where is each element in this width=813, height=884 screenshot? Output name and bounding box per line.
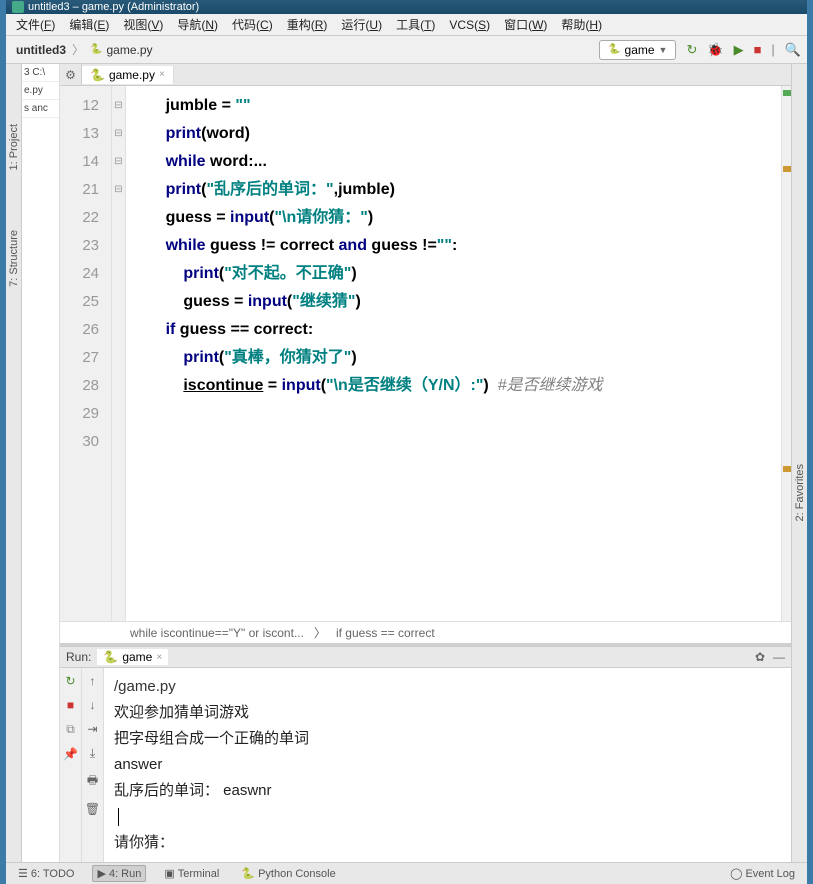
context-breadcrumb: while iscontinue=="Y" or iscont... 〉 if … <box>60 621 791 643</box>
close-icon[interactable]: × <box>156 652 162 663</box>
search-icon[interactable]: 🔍 <box>785 42 801 58</box>
editor-tab-game[interactable]: 🐍 game.py × <box>82 66 174 84</box>
layout-icon[interactable]: ⧉ <box>66 722 75 737</box>
rerun-icon[interactable]: ↻ <box>65 674 75 688</box>
python-icon: 🐍 <box>90 44 102 55</box>
python-icon: 🐍 <box>608 44 620 55</box>
divider: | <box>771 42 774 57</box>
minimize-icon[interactable]: — <box>773 650 785 664</box>
breadcrumb-sep: 〉 <box>70 41 86 58</box>
window-titlebar: untitled3 – game.py (Administrator) <box>6 0 807 14</box>
crumb-scope-1[interactable]: while iscontinue=="Y" or iscont... <box>130 626 304 640</box>
run-toolbar-2: ↑ ↓ ⇥ ⤓ 🖶 🗑 <box>82 668 104 862</box>
run-config-selector[interactable]: 🐍 game ▼ <box>599 40 676 60</box>
project-item[interactable]: e.py <box>22 82 59 100</box>
status-eventlog[interactable]: ◯ Event Log <box>726 866 799 881</box>
up-icon[interactable]: ↑ <box>90 674 96 688</box>
marker-bar <box>781 86 791 621</box>
breadcrumb-project[interactable]: untitled3 <box>12 43 70 57</box>
settings-icon[interactable]: ✿ <box>755 650 765 664</box>
dropdown-icon: ▼ <box>659 45 668 55</box>
project-panel: 3 C:\e.pys anc <box>22 64 60 862</box>
menu-item[interactable]: 编辑(E) <box>69 16 109 33</box>
run-panel-title: Run: <box>66 650 91 664</box>
menu-item[interactable]: 帮助(H) <box>561 16 602 33</box>
stop-icon[interactable]: ■ <box>754 42 762 57</box>
wrap-icon[interactable]: ⇥ <box>87 722 97 736</box>
status-terminal[interactable]: ▣ Terminal <box>160 866 223 881</box>
trash-icon[interactable]: 🗑 <box>85 802 100 816</box>
menu-item[interactable]: 运行(U) <box>341 16 382 33</box>
status-run[interactable]: ▶ 4: Run <box>92 865 146 882</box>
menu-item[interactable]: 导航(N) <box>177 16 218 33</box>
app-icon <box>12 1 24 13</box>
menu-item[interactable]: 重构(R) <box>287 16 328 33</box>
close-tab-icon[interactable]: × <box>159 69 165 80</box>
menu-item[interactable]: 代码(C) <box>232 16 273 33</box>
menu-item[interactable]: 窗口(W) <box>504 16 547 33</box>
run-icon[interactable]: ↻ <box>686 42 697 58</box>
left-sidebar: 1: Project 7: Structure <box>6 64 22 862</box>
sidebar-tab-project[interactable]: 1: Project <box>8 124 20 170</box>
run-toolbar-left: ↻ ■ ⧉ 📌 <box>60 668 82 862</box>
line-gutter: 12131421222324252627282930 <box>60 86 112 621</box>
status-todo[interactable]: ☰ 6: TODO <box>14 866 78 881</box>
menu-item[interactable]: VCS(S) <box>449 18 490 32</box>
fold-column[interactable]: ⊟⊟⊟⊟ <box>112 86 126 621</box>
menu-bar: 文件(F) 编辑(E) 视图(V) 导航(N) 代码(C) 重构(R) 运行(U) 工具(T)… <box>6 14 807 36</box>
editor-tabs: ⚙ 🐍 game.py × <box>60 64 791 86</box>
status-bar: ☰ 6: TODO ▶ 4: Run ▣ Terminal 🐍 Python C… <box>6 862 807 884</box>
nav-bar: untitled3 〉 🐍game.py 🐍 game ▼ ↻ 🐞 ▶ ■ | … <box>6 36 807 64</box>
run-tab-game[interactable]: 🐍 game × <box>97 649 168 665</box>
project-item[interactable]: 3 C:\ <box>22 64 59 82</box>
breadcrumb-file[interactable]: 🐍game.py <box>86 43 156 57</box>
down-icon[interactable]: ↓ <box>90 698 96 712</box>
stop-icon[interactable]: ■ <box>67 698 74 712</box>
sidebar-tab-structure[interactable]: 7: Structure <box>8 230 20 287</box>
scroll-icon[interactable]: ⤓ <box>90 746 95 761</box>
run-panel: Run: 🐍 game × ✿ — ↻ ■ ⧉ 📌 <box>60 646 791 862</box>
python-icon: 🐍 <box>103 650 118 664</box>
console-output[interactable]: /game.py欢迎参加猜单词游戏把字母组合成一个正确的单词answer乱序后的… <box>104 668 791 862</box>
crumb-sep: 〉 <box>314 624 326 641</box>
editor[interactable]: 12131421222324252627282930 ⊟⊟⊟⊟ jumble =… <box>60 86 791 621</box>
project-item[interactable]: s anc <box>22 100 59 118</box>
tabs-gear-icon[interactable]: ⚙ <box>60 64 82 85</box>
sidebar-tab-favorites[interactable]: 2: Favorites <box>794 464 806 521</box>
pin-icon[interactable]: 📌 <box>63 747 78 761</box>
menu-item[interactable]: 工具(T) <box>396 16 435 33</box>
crumb-scope-2[interactable]: if guess == correct <box>336 626 435 640</box>
print-icon[interactable]: 🖶 <box>87 771 98 792</box>
window-title: untitled3 – game.py (Administrator) <box>28 1 199 13</box>
python-icon: 🐍 <box>90 68 105 82</box>
code-area[interactable]: jumble = "" print(word) while word:... p… <box>126 86 791 621</box>
play-icon[interactable]: ▶ <box>734 42 744 58</box>
status-pyconsole[interactable]: 🐍 Python Console <box>237 866 339 881</box>
debug-icon[interactable]: 🐞 <box>707 42 723 58</box>
right-sidebar: 2: Favorites <box>791 64 807 862</box>
menu-item[interactable]: 视图(V) <box>123 16 163 33</box>
menu-item[interactable]: 文件(F) <box>16 16 55 33</box>
